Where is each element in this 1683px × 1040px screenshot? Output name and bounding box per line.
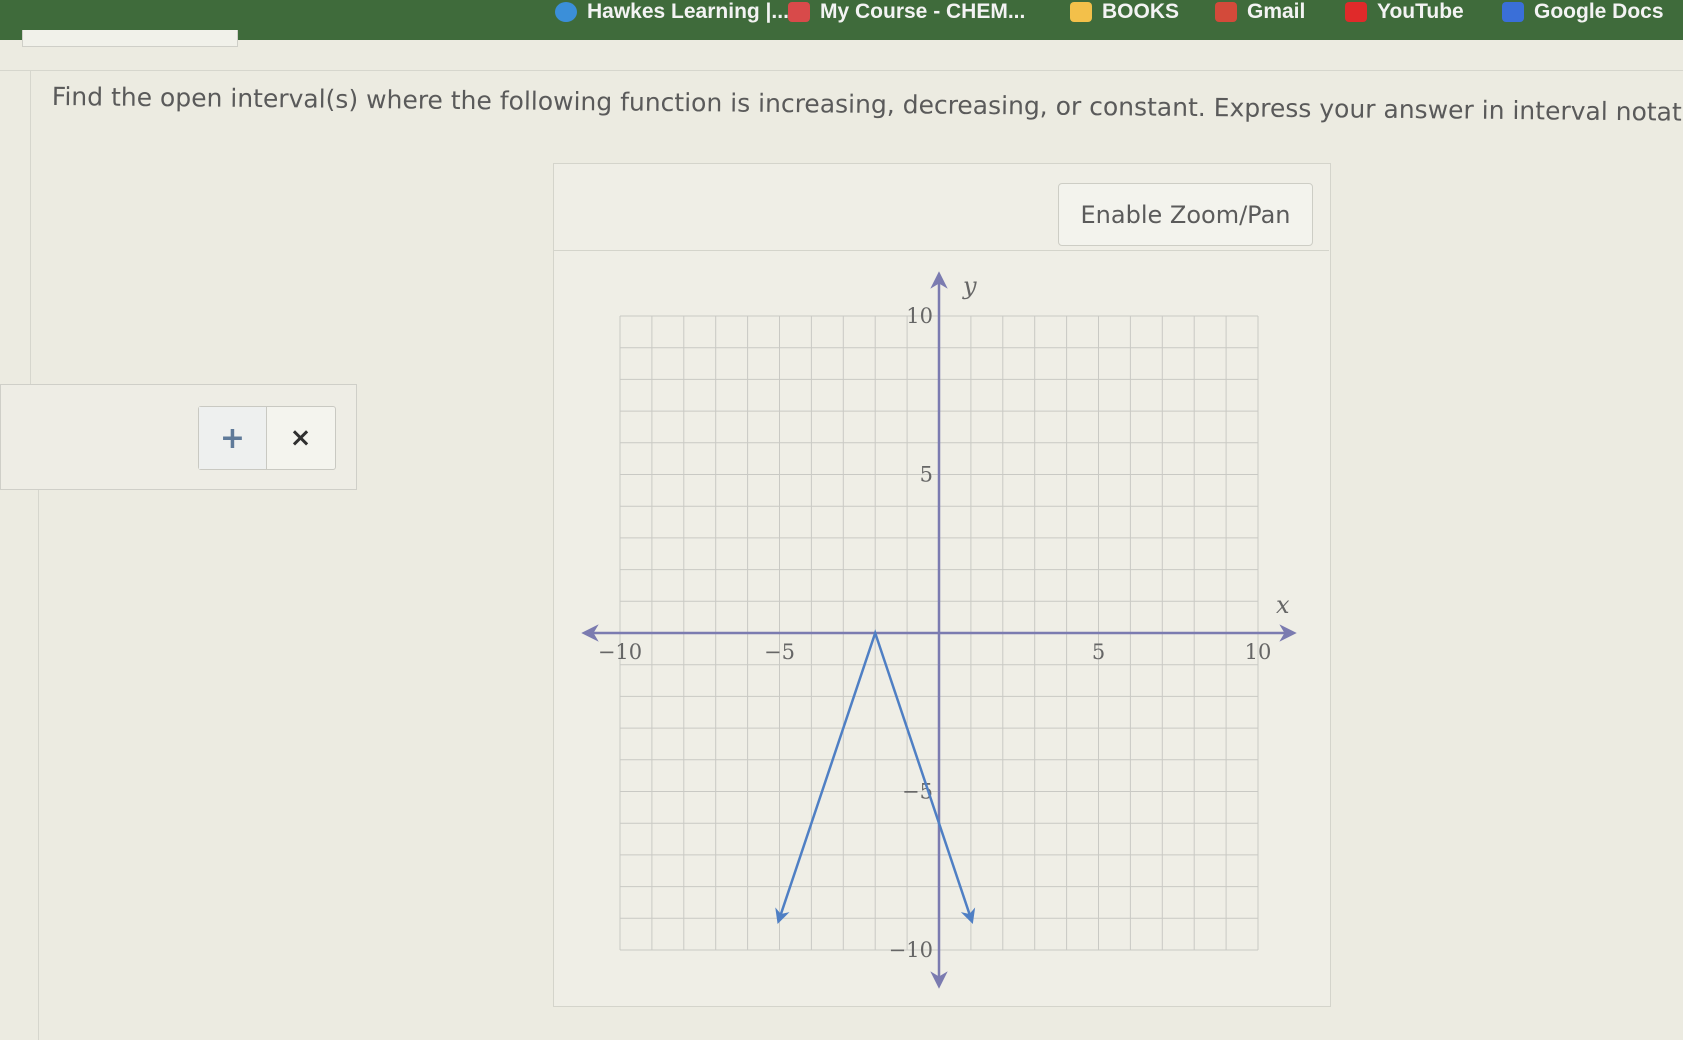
x-tick-label: 5 bbox=[1092, 640, 1105, 664]
x-tick-label: −10 bbox=[598, 640, 642, 664]
y-tick-label: 5 bbox=[920, 463, 933, 487]
function-point bbox=[874, 631, 877, 635]
function-graph: −10 −5 5 10105−5−10xy bbox=[581, 271, 1297, 989]
x-axis-label: x bbox=[1276, 591, 1290, 619]
function-point bbox=[778, 917, 781, 920]
x-tick-label: −5 bbox=[764, 640, 795, 664]
x-tick-label: 10 bbox=[1245, 640, 1272, 664]
y-tick-label: 10 bbox=[906, 304, 933, 328]
y-axis-label: y bbox=[962, 272, 977, 300]
function-point bbox=[969, 917, 973, 920]
y-tick-label: −10 bbox=[889, 938, 933, 962]
